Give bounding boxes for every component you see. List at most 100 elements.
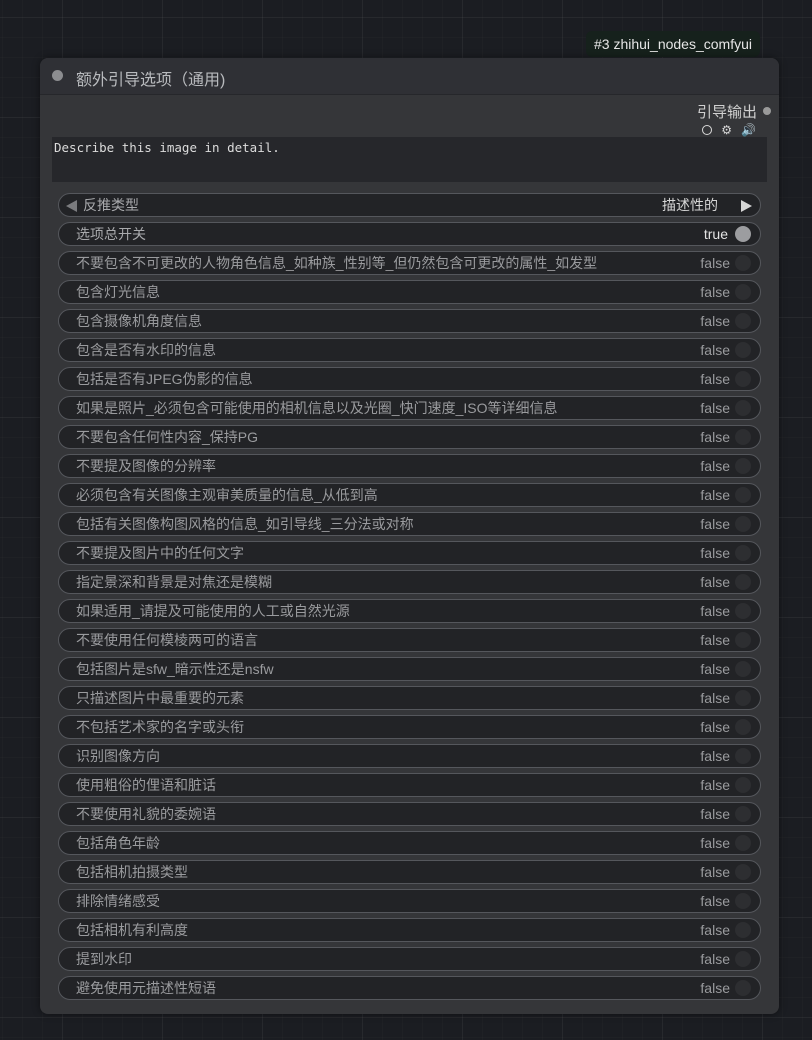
option-value: false — [700, 777, 730, 793]
option-value: false — [700, 980, 730, 996]
option-label: 包括角色年龄 — [76, 835, 160, 851]
option-label: 包括相机有利高度 — [76, 922, 188, 938]
speaker-icon[interactable]: 🔊 — [741, 123, 756, 137]
toggle-knob-icon — [735, 951, 751, 967]
combo-value: 描述性的 — [662, 197, 718, 213]
option-value: false — [700, 719, 730, 735]
option-value: false — [700, 574, 730, 590]
option-toggle[interactable]: 如果是照片_必须包含可能使用的相机信息以及光圈_快门速度_ISO等详细信息 fal… — [58, 396, 761, 420]
type-combo[interactable]: 反推类型 描述性的 — [58, 193, 761, 217]
toggle-knob-icon — [735, 661, 751, 677]
option-toggle[interactable]: 必须包含有关图像主观审美质量的信息_从低到高 false — [58, 483, 761, 507]
option-toggle[interactable]: 不要使用任何模棱两可的语言 false — [58, 628, 761, 652]
toggle-knob-icon — [735, 342, 751, 358]
option-label: 排除情绪感受 — [76, 893, 160, 909]
toggle-value: true — [703, 226, 728, 242]
toggle-knob-icon — [735, 284, 751, 300]
toggle-knob-icon — [735, 835, 751, 851]
toggle-knob-icon — [735, 719, 751, 735]
prompt-textarea[interactable]: Describe this image in detail. — [52, 137, 767, 182]
collapse-dot-icon[interactable] — [52, 70, 63, 81]
textbox-tools: ⚙ 🔊 — [702, 123, 756, 137]
option-toggle[interactable]: 包括图片是sfw_暗示性还是nsfw false — [58, 657, 761, 681]
toggle-knob-icon — [735, 371, 751, 387]
option-label: 使用粗俗的俚语和脏话 — [76, 777, 216, 793]
option-toggle[interactable]: 包括相机拍摄类型 false — [58, 860, 761, 884]
option-toggle[interactable]: 指定景深和背景是对焦还是模糊 false — [58, 570, 761, 594]
option-label: 包括相机拍摄类型 — [76, 864, 188, 880]
option-label: 必须包含有关图像主观审美质量的信息_从低到高 — [76, 487, 378, 503]
toggle-knob-icon — [735, 922, 751, 938]
option-value: false — [700, 690, 730, 706]
option-value: false — [700, 313, 730, 329]
option-toggle[interactable]: 避免使用元描述性短语 false — [58, 976, 761, 1000]
option-value: false — [700, 487, 730, 503]
option-toggle[interactable]: 包含灯光信息 false — [58, 280, 761, 304]
toggle-knob-icon — [735, 632, 751, 648]
master-toggle[interactable]: 选项总开关 true — [58, 222, 761, 246]
option-label: 提到水印 — [76, 951, 132, 967]
option-toggle[interactable]: 不要使用礼貌的委婉语 false — [58, 802, 761, 826]
option-toggle[interactable]: 识别图像方向 false — [58, 744, 761, 768]
guidance-options-node[interactable]: 额外引导选项（通用) 引导输出 ⚙ 🔊 Describe this image … — [40, 58, 779, 1014]
option-value: false — [700, 429, 730, 445]
option-value: false — [700, 864, 730, 880]
option-value: false — [700, 342, 730, 358]
node-header[interactable]: 额外引导选项（通用) — [40, 58, 779, 95]
option-value: false — [700, 748, 730, 764]
option-label: 识别图像方向 — [76, 748, 160, 764]
toggle-knob-icon — [735, 516, 751, 532]
option-toggle[interactable]: 如果适用_请提及可能使用的人工或自然光源 false — [58, 599, 761, 623]
option-toggle[interactable]: 包含是否有水印的信息 false — [58, 338, 761, 362]
option-label: 只描述图片中最重要的元素 — [76, 690, 244, 706]
toggle-knob-icon — [735, 545, 751, 561]
toggle-knob-icon — [735, 226, 751, 242]
option-value: false — [700, 255, 730, 271]
option-toggle[interactable]: 包括有关图像构图风格的信息_如引导线_三分法或对称 false — [58, 512, 761, 536]
circle-icon[interactable] — [702, 125, 713, 135]
option-label: 不要包含不可更改的人物角色信息_如种族_性别等_但仍然包含可更改的属性_如发型 — [76, 255, 598, 271]
toggle-knob-icon — [735, 893, 751, 909]
option-toggle[interactable]: 不包括艺术家的名字或头衔 false — [58, 715, 761, 739]
arrow-left-icon[interactable] — [66, 200, 77, 212]
toggle-knob-icon — [735, 313, 751, 329]
option-toggle[interactable]: 使用粗俗的俚语和脏话 false — [58, 773, 761, 797]
option-label: 包括有关图像构图风格的信息_如引导线_三分法或对称 — [76, 516, 414, 532]
arrow-right-icon[interactable] — [741, 200, 752, 212]
option-label: 包括是否有JPEG伪影的信息 — [76, 371, 253, 387]
option-value: false — [700, 951, 730, 967]
option-toggle[interactable]: 包含摄像机角度信息 false — [58, 309, 761, 333]
option-toggle[interactable]: 只描述图片中最重要的元素 false — [58, 686, 761, 710]
option-label: 不要包含任何性内容_保持PG — [76, 429, 259, 445]
option-toggle[interactable]: 不要提及图片中的任何文字 false — [58, 541, 761, 565]
option-value: false — [700, 835, 730, 851]
option-value: false — [700, 632, 730, 648]
option-toggle[interactable]: 不要包含不可更改的人物角色信息_如种族_性别等_但仍然包含可更改的属性_如发型 f… — [58, 251, 761, 275]
node-id-badge: #3 zhihui_nodes_comfyui — [586, 31, 760, 57]
option-toggle[interactable]: 包括是否有JPEG伪影的信息 false — [58, 367, 761, 391]
option-toggle[interactable]: 提到水印 false — [58, 947, 761, 971]
option-label: 包括图片是sfw_暗示性还是nsfw — [76, 661, 274, 677]
toggle-knob-icon — [735, 980, 751, 996]
option-label: 指定景深和背景是对焦还是模糊 — [76, 574, 272, 590]
toggle-knob-icon — [735, 487, 751, 503]
option-toggle[interactable]: 排除情绪感受 false — [58, 889, 761, 913]
option-label: 不要使用任何模棱两可的语言 — [76, 632, 258, 648]
option-toggle[interactable]: 包括角色年龄 false — [58, 831, 761, 855]
option-toggle[interactable]: 不要提及图像的分辨率 false — [58, 454, 761, 478]
gear-icon[interactable]: ⚙ — [721, 123, 732, 137]
option-value: false — [700, 400, 730, 416]
output-label: 引导输出 — [696, 103, 757, 121]
toggle-knob-icon — [735, 400, 751, 416]
toggle-knob-icon — [735, 690, 751, 706]
option-label: 不要提及图片中的任何文字 — [76, 545, 244, 561]
option-toggle[interactable]: 包括相机有利高度 false — [58, 918, 761, 942]
option-label: 如果是照片_必须包含可能使用的相机信息以及光圈_快门速度_ISO等详细信息 — [76, 400, 558, 416]
toggle-knob-icon — [735, 255, 751, 271]
option-label: 包含摄像机角度信息 — [76, 313, 202, 329]
output-slot-dot[interactable] — [763, 107, 771, 115]
combo-label: 反推类型 — [83, 197, 139, 213]
toggle-knob-icon — [735, 864, 751, 880]
option-value: false — [700, 806, 730, 822]
option-toggle[interactable]: 不要包含任何性内容_保持PG false — [58, 425, 761, 449]
